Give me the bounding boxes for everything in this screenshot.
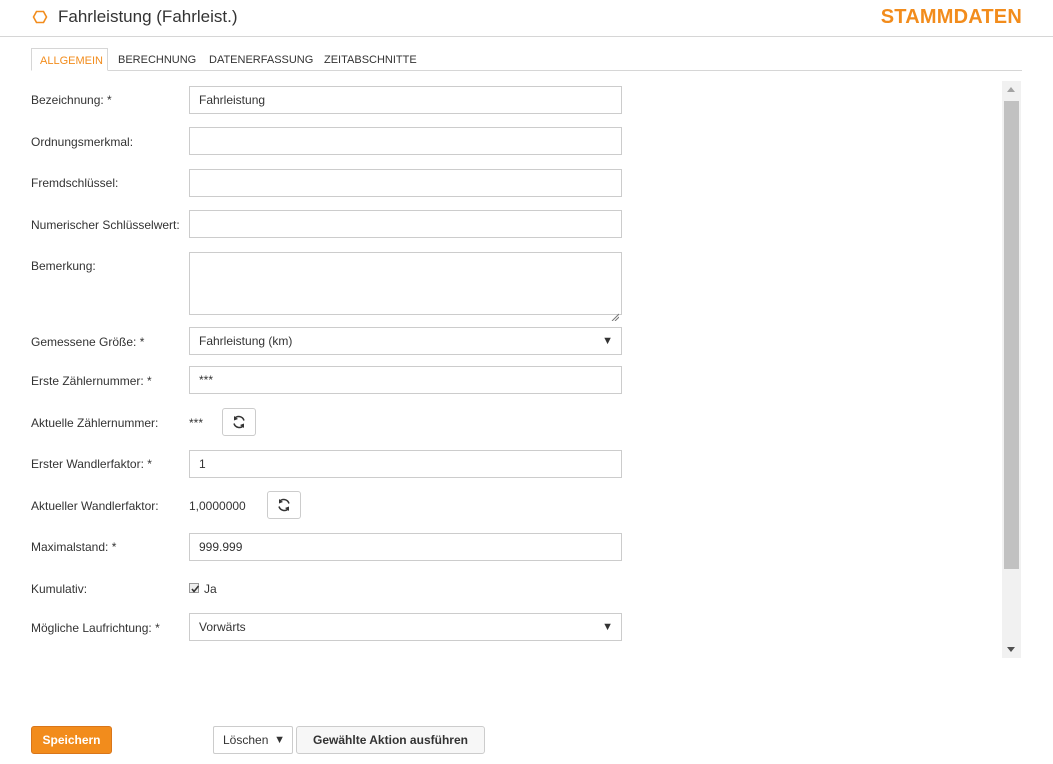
label-maximalstand: Maximalstand: * [31, 540, 117, 554]
tab-datenerfassung[interactable]: DATENERFASSUNG [201, 48, 321, 70]
refresh-zaehlernummer-button[interactable] [222, 408, 256, 436]
laufrichtung-value: Vorwärts [199, 620, 246, 634]
tab-zeitabschnitte[interactable]: ZEITABSCHNITTE [316, 48, 425, 70]
erster-wandlerfaktor-input[interactable] [189, 450, 622, 478]
bemerkung-textarea[interactable] [189, 252, 622, 322]
save-button[interactable]: Speichern [31, 726, 112, 754]
label-kumulativ: Kumulativ: [31, 582, 88, 596]
tab-allgemein[interactable]: ALLGEMEIN [31, 48, 108, 71]
refresh-icon [233, 415, 245, 429]
label-aktueller-wandlerfaktor: Aktueller Wandlerfaktor: [31, 499, 159, 513]
bezeichnung-input[interactable] [189, 86, 622, 114]
aktueller-wandlerfaktor-value: 1,0000000 [189, 499, 246, 513]
kumulativ-checkbox[interactable] [189, 583, 200, 593]
label-aktuelle-zaehlernummer: Aktuelle Zählernummer: [31, 416, 159, 430]
erste-zaehlernummer-input[interactable] [189, 366, 622, 394]
label-erste-zaehlernummer: Erste Zählernummer: * [31, 374, 152, 388]
kumulativ-checkbox-label[interactable]: Ja [204, 582, 217, 596]
page-header: Fahrleistung (Fahrleist.) STAMMDATEN [0, 0, 1053, 37]
label-erster-wandlerfaktor: Erster Wandlerfaktor: * [31, 457, 152, 471]
resize-handle-icon[interactable] [611, 304, 620, 322]
refresh-icon [278, 498, 290, 512]
action-select[interactable]: Löschen ▼ [213, 726, 293, 754]
refresh-wandlerfaktor-button[interactable] [267, 491, 301, 519]
scrollbar-thumb[interactable] [1004, 101, 1019, 569]
caret-down-icon: ▼ [602, 621, 613, 633]
form-scrollbar[interactable] [1002, 81, 1021, 658]
label-laufrichtung: Mögliche Laufrichtung: * [31, 621, 160, 635]
gemessene-groesse-select[interactable]: Fahrleistung (km) ▼ [189, 327, 622, 355]
label-fremdschluessel: Fremdschlüssel: [31, 176, 119, 190]
page-title: Fahrleistung (Fahrleist.) [58, 7, 238, 26]
action-select-value: Löschen [223, 733, 269, 747]
aktuelle-zaehlernummer-value: *** [189, 416, 204, 430]
label-bezeichnung: Bezeichnung: * [31, 93, 112, 107]
hexagon-icon [32, 9, 48, 25]
checkmark-icon [191, 585, 200, 593]
label-bemerkung: Bemerkung: [31, 259, 96, 273]
caret-down-icon: ▼ [274, 734, 285, 746]
tab-bar: ALLGEMEIN BERECHNUNG DATENERFASSUNG ZEIT… [31, 48, 1022, 71]
laufrichtung-select[interactable]: Vorwärts ▼ [189, 613, 622, 641]
caret-down-icon: ▼ [602, 335, 613, 347]
gemessene-groesse-value: Fahrleistung (km) [199, 334, 293, 348]
label-ordnungsmerkmal: Ordnungsmerkmal: [31, 135, 134, 149]
fremdschluessel-input[interactable] [189, 169, 622, 197]
label-numerischer-schluesselwert: Numerischer Schlüsselwert: [31, 218, 180, 232]
scroll-up-arrow-icon[interactable] [1007, 87, 1015, 92]
scroll-down-arrow-icon[interactable] [1007, 647, 1015, 652]
execute-action-button[interactable]: Gewählte Aktion ausführen [296, 726, 485, 754]
maximalstand-input[interactable] [189, 533, 622, 561]
ordnungsmerkmal-input[interactable] [189, 127, 622, 155]
section-brand: STAMMDATEN [880, 6, 1022, 28]
tab-berechnung[interactable]: BERECHNUNG [110, 48, 204, 70]
label-gemessene-groesse: Gemessene Größe: * [31, 335, 145, 349]
numerischer-schluesselwert-input[interactable] [189, 210, 622, 238]
